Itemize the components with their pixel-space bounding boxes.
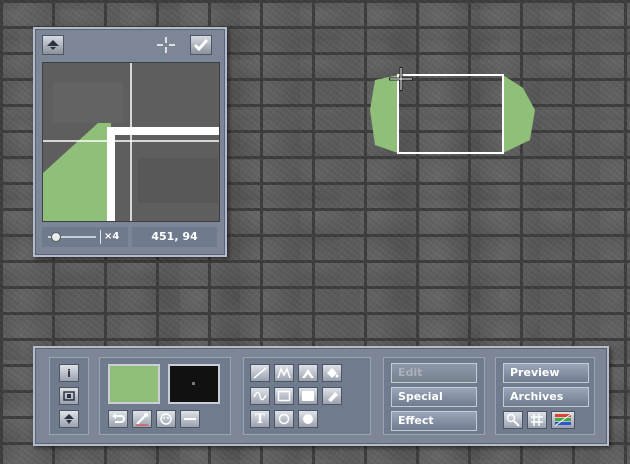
curve-tool-button[interactable] (250, 387, 270, 405)
color-palette-button[interactable] (551, 411, 575, 429)
magnifier-icon (506, 413, 520, 427)
color-group (99, 357, 231, 435)
drawing-tools-group: T (243, 357, 371, 435)
checkmark-icon (193, 38, 209, 52)
info-button[interactable]: i (59, 364, 79, 382)
grid-button[interactable] (527, 411, 547, 429)
circle-tool-button[interactable] (274, 410, 294, 428)
undo-button[interactable] (108, 410, 128, 428)
color-palette-icon (554, 413, 572, 427)
magnifier-window: ×4 451, 94 (33, 27, 227, 257)
magnifier-button[interactable] (503, 411, 523, 429)
text-tool-icon: T (255, 411, 265, 427)
line-width-icon (184, 416, 196, 422)
polygon-tool-button[interactable] (274, 364, 294, 382)
navigation-group: Preview Archives (495, 357, 595, 435)
zoom-slider-knob[interactable] (51, 232, 61, 242)
view-controls-group: i (49, 357, 89, 435)
scroll-up-button[interactable] (42, 35, 64, 55)
edit-button[interactable]: Edit (391, 363, 477, 383)
fill-color-swatch[interactable] (108, 364, 160, 404)
rectangle-tool-button[interactable] (274, 387, 294, 405)
line-color-swatch[interactable] (168, 364, 220, 404)
scroll-up-icon (63, 413, 75, 425)
crosshair-toggle-button[interactable] (155, 35, 177, 55)
special-button[interactable]: Special (391, 387, 477, 407)
preview-button[interactable]: Preview (503, 363, 589, 383)
grid-icon (530, 413, 544, 427)
crosshair-icon (155, 35, 177, 55)
screen-icon (63, 391, 75, 401)
right-green-fill (503, 75, 535, 153)
archives-button[interactable]: Archives (503, 387, 589, 407)
scroll-button[interactable] (59, 410, 79, 428)
magnified-view[interactable] (42, 62, 220, 222)
menu-group: Edit Special Effect (383, 357, 485, 435)
curve-tool-icon (253, 390, 267, 402)
zoom-divider (100, 230, 101, 244)
eraser-icon (325, 390, 339, 402)
rectangle-tool-icon (277, 390, 291, 402)
eyedropper-button[interactable] (132, 410, 152, 428)
line-tool-button[interactable] (250, 364, 270, 382)
line-width-button[interactable] (180, 410, 200, 428)
filled-rectangle-tool-icon (301, 390, 315, 402)
info-icon: i (67, 366, 71, 380)
fill-bucket-icon (325, 367, 339, 379)
confirm-button[interactable] (190, 35, 212, 55)
zoom-factor: ×4 (104, 231, 120, 242)
filled-circle-tool-button[interactable] (298, 410, 318, 428)
line-tool-icon (253, 367, 267, 379)
mask-icon (159, 413, 173, 425)
screen-button[interactable] (59, 387, 79, 405)
scroll-up-icon (46, 39, 60, 51)
fill-bucket-button[interactable] (322, 364, 342, 382)
eraser-button[interactable] (322, 387, 342, 405)
filled-rectangle-tool-button[interactable] (298, 387, 318, 405)
filled-polygon-tool-icon (301, 367, 315, 379)
eyedropper-icon (135, 412, 149, 426)
filled-polygon-tool-button[interactable] (298, 364, 318, 382)
crosshair-cursor (388, 66, 414, 92)
bottom-toolbar: i T Edit Special Effect Preview Archives (33, 346, 609, 446)
undo-icon (111, 413, 125, 425)
cursor-coordinates: 451, 94 (132, 227, 217, 247)
polygon-tool-icon (277, 367, 291, 379)
mask-button[interactable] (156, 410, 176, 428)
zoom-slider[interactable]: ×4 (42, 227, 128, 247)
effect-button[interactable]: Effect (391, 411, 477, 431)
circle-tool-icon (277, 413, 291, 425)
text-tool-button[interactable]: T (250, 410, 270, 428)
filled-circle-tool-icon (301, 413, 315, 425)
